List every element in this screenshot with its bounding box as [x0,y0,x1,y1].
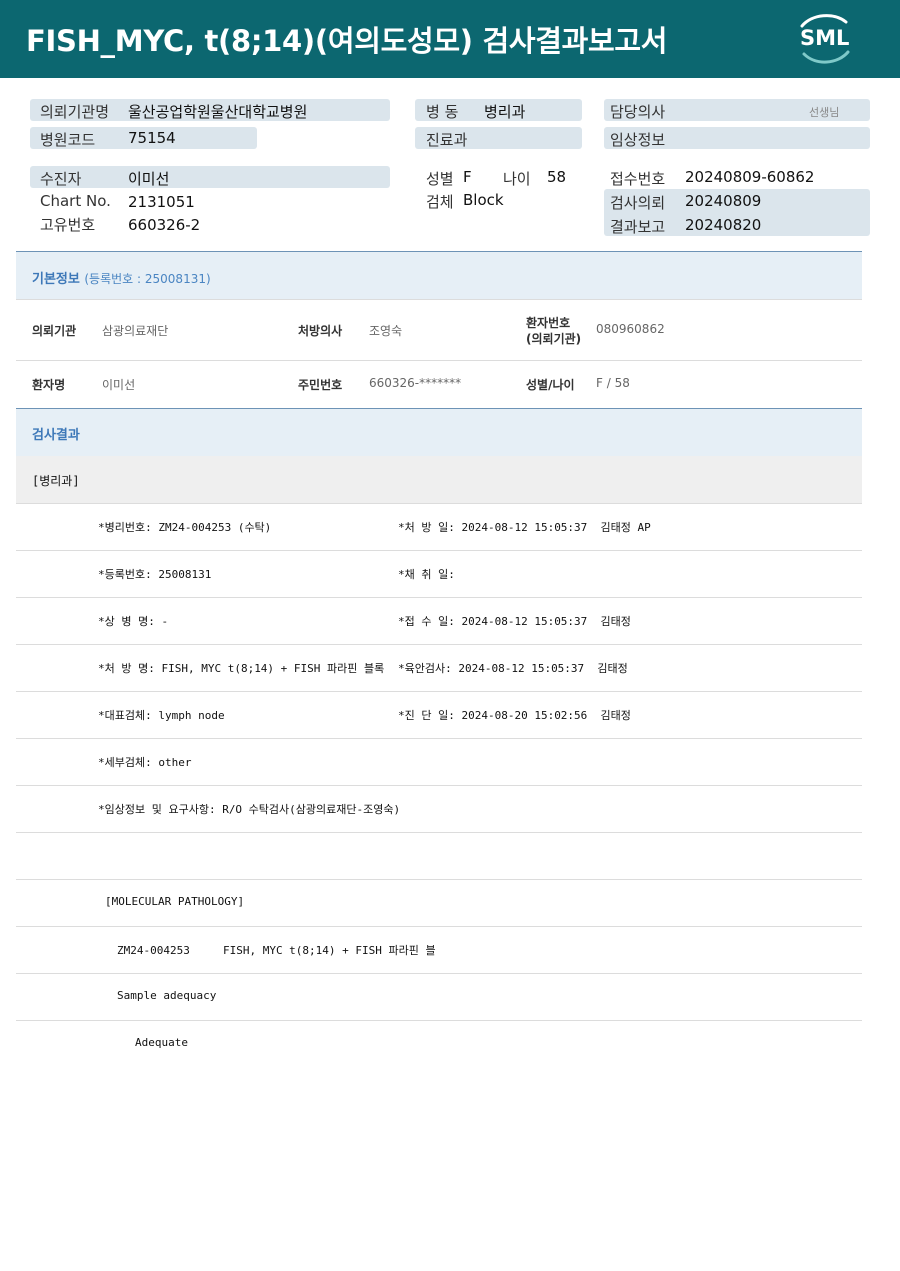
results-title: 검사결과 [32,428,80,443]
sml-logo: SML [794,12,856,66]
report-date-value: 20240820 [685,216,762,234]
category-row [16,456,862,503]
result-row-right: *채 취 일: [398,568,455,581]
sex-age-label: 성별/나이 [526,378,575,392]
org-value: 삼광의료재단 [102,324,169,338]
hospital-code-value: 75154 [128,129,176,147]
basic-info-title-text: 기본정보 [32,272,80,287]
result-row-left: *병리번호: ZM24-004253 (수탁) [98,521,272,534]
result-row-right: *진 단 일: 2024-08-20 15:02:56 김태정 [398,709,631,722]
result-row-left: *대표검체: lymph node [98,709,225,722]
divider [16,1020,862,1021]
unique-no-value: 660326-2 [128,216,201,234]
sex-value: F [463,168,472,186]
rrn-label: 주민번호 [298,378,343,392]
category-label: [병리과] [32,474,80,488]
divider [16,597,862,598]
divider [16,503,862,504]
ward-value: 병리과 [484,103,526,121]
chart-no-label: Chart No. [40,192,111,210]
result-row-right: *육안검사: 2024-08-12 15:05:37 김태정 [398,662,628,675]
rrn-value: 660326-******* [369,376,462,390]
molecular-line-2: Sample adequacy [117,989,217,1002]
divider [16,832,862,833]
divider [16,360,862,361]
divider [16,550,862,551]
divider [16,879,862,880]
sex-label: 성별 [426,170,454,188]
result-row-left: *임상정보 및 요구사항: R/O 수탁검사(삼광의료재단-조영숙) [98,803,401,816]
divider [16,299,862,300]
report-header: FISH_MYC, t(8;14)(여의도성모) 검사결과보고서 SML [0,0,900,78]
result-row-left: *상 병 명: - [98,615,169,628]
age-label: 나이 [503,170,531,188]
receipt-no-label: 접수번호 [610,170,666,188]
prescriber-label: 처방의사 [298,324,343,338]
divider [16,926,862,927]
molecular-line-3: Adequate [135,1036,188,1049]
chart-no-value: 2131051 [128,193,195,211]
ward-label: 병 동 [426,103,459,121]
molecular-heading: [MOLECULAR PATHOLOGY] [105,895,245,908]
results-header [16,408,862,456]
patient-value: 이미선 [128,170,170,188]
patient-name-value: 이미선 [102,378,136,392]
doctor-suffix: 선생님 [809,106,840,119]
registration-no: (등록번호 : 25008131) [84,272,211,286]
specimen-label: 검체 [426,193,454,211]
basic-info-title: 기본정보 (등록번호 : 25008131) [32,268,211,287]
logo-text: SML [800,26,850,50]
referring-org-label: 의뢰기관명 [40,103,110,121]
unique-no-label: 고유번호 [40,216,96,234]
prescriber-value: 조영숙 [369,324,403,338]
sex-age-value: F / 58 [596,376,630,390]
specimen-value: Block [463,191,504,209]
patient-name-label: 환자명 [32,378,66,392]
patient-id-value: 080960862 [596,322,665,336]
receipt-no-value: 20240809-60862 [685,168,815,186]
result-row-right: *처 방 일: 2024-08-12 15:05:37 김태정 AP [398,521,651,534]
divider [16,785,862,786]
result-row-left: *세부검체: other [98,756,192,769]
request-date-value: 20240809 [685,192,762,210]
clinical-info-label: 임상정보 [610,131,666,149]
org-label: 의뢰기관 [32,324,77,338]
age-value: 58 [547,168,567,186]
molecular-line-1: ZM24-004253 FISH, MYC t(8;14) + FISH 파라핀… [117,944,436,957]
divider [16,644,862,645]
patient-id-sublabel: (의뢰기관) [526,332,582,346]
patient-id-label: 환자번호 [526,316,571,330]
doctor-label: 담당의사 [610,103,666,121]
patient-bar [30,166,390,188]
report-title: FISH_MYC, t(8;14)(여의도성모) 검사결과보고서 [26,24,668,58]
dept-label: 진료과 [426,131,468,149]
divider [16,738,862,739]
hospital-code-label: 병원코드 [40,131,96,149]
divider [16,973,862,974]
referring-org-value: 울산공업학원울산대학교병원 [128,103,308,121]
result-row-right: *접 수 일: 2024-08-12 15:05:37 김태정 [398,615,631,628]
result-row-left: *등록번호: 25008131 [98,568,212,581]
request-date-label: 검사의뢰 [610,194,666,212]
divider [16,691,862,692]
result-row-left: *처 방 명: FISH, MYC t(8;14) + FISH 파라핀 블록 [98,662,385,675]
report-date-label: 결과보고 [610,218,666,236]
patient-label: 수진자 [40,170,82,188]
